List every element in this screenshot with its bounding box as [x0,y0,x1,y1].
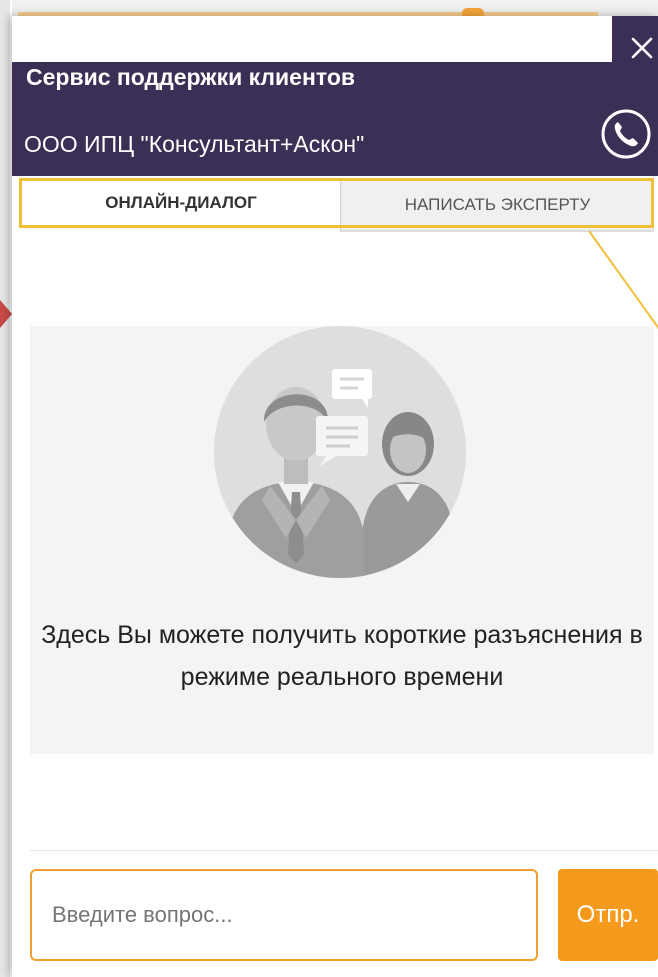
support-chat-widget: Сервис поддержки клиентов ООО ИПЦ "Консу… [12,16,658,977]
question-input[interactable]: Введите вопрос... [30,869,538,961]
page: Сервис поддержки клиентов ООО ИПЦ "Консу… [0,0,658,977]
tab-write-expert[interactable]: НАПИСАТЬ ЭКСПЕРТУ [340,178,654,232]
annotation-arrow [0,300,12,328]
empty-state-message: Здесь Вы можете получить короткие разъяс… [41,621,643,691]
tab-online-dialog[interactable]: ОНЛАЙН-ДИАЛОГ [22,178,340,228]
send-button[interactable]: Отпр. [558,869,658,961]
header-top-band [12,32,612,62]
annotation-line [588,230,658,329]
close-icon[interactable] [624,30,658,64]
composer-divider [30,850,658,851]
phone-icon[interactable] [600,108,652,160]
support-agents-illustration [214,326,466,578]
background-strip [0,0,10,977]
company-name: ООО ИПЦ "Консультант+Аскон" [24,131,365,157]
widget-title: Сервис поддержки клиентов [26,64,356,90]
